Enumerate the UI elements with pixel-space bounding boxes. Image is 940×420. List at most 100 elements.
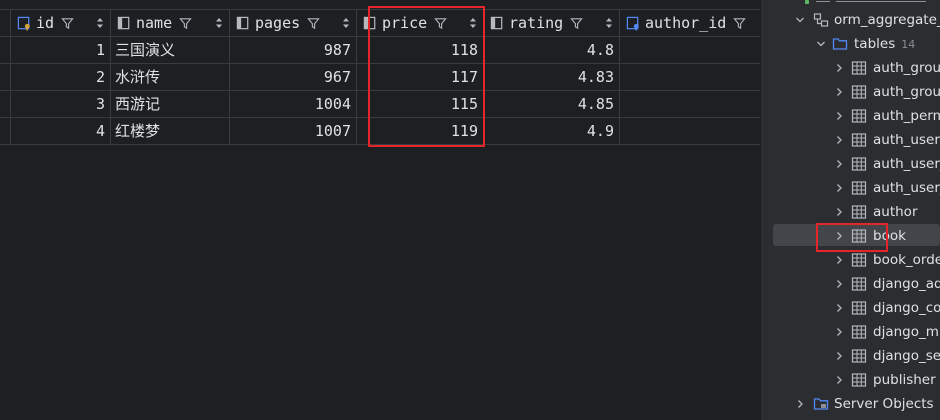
filter-icon[interactable]	[570, 17, 583, 30]
cell-author-id[interactable]	[620, 64, 760, 90]
table-icon	[851, 325, 867, 339]
table-icon	[851, 277, 867, 291]
schema-label: orm_aggregate_d	[834, 12, 940, 28]
cell-name[interactable]: 三国演义	[111, 37, 230, 63]
table-node[interactable]: auth_user	[834, 128, 940, 152]
cell-author-id[interactable]	[620, 91, 760, 117]
chevron-right-icon[interactable]	[834, 111, 844, 121]
chevron-right-icon[interactable]	[795, 399, 805, 409]
cell-author-id[interactable]	[620, 37, 760, 63]
server-objects-node[interactable]: Server Objects	[795, 392, 940, 416]
cell-pages[interactable]: 967	[230, 64, 357, 90]
chevron-down-icon[interactable]	[795, 15, 805, 25]
table-node[interactable]: publisher	[834, 368, 940, 392]
cell-pages[interactable]: 1004	[230, 91, 357, 117]
cell-price[interactable]: 118	[357, 37, 484, 63]
cell-price[interactable]: 115	[357, 91, 484, 117]
cell-name[interactable]: 西游记	[111, 91, 230, 117]
cell-name[interactable]: 水浒传	[111, 64, 230, 90]
column-header-author-id[interactable]: author_id	[620, 10, 760, 36]
table-node[interactable]: auth_perm	[834, 104, 940, 128]
chevron-right-icon[interactable]	[834, 279, 844, 289]
table-node-book[interactable]: book	[834, 224, 940, 248]
table-label: publisher	[873, 372, 936, 388]
table-row[interactable]: 4 红楼梦 1007 119 4.9	[0, 118, 760, 145]
chevron-right-icon[interactable]	[834, 183, 844, 193]
cell-rating[interactable]: 4.83	[484, 64, 620, 90]
tables-folder-label: tables	[854, 36, 896, 52]
column-header-id[interactable]: id	[11, 10, 111, 36]
table-label: auth_perm	[873, 108, 940, 124]
chevron-down-icon[interactable]	[816, 39, 826, 49]
table-node[interactable]: django_con	[834, 296, 940, 320]
chevron-right-icon[interactable]	[834, 375, 844, 385]
cell-id[interactable]: 4	[11, 118, 111, 144]
table-node[interactable]: author	[834, 200, 940, 224]
table-node[interactable]: book_order	[834, 248, 940, 272]
cell-id[interactable]: 3	[11, 91, 111, 117]
table-node[interactable]: auth_group	[834, 56, 940, 80]
table-label: django_adm	[873, 276, 940, 292]
table-label: book	[873, 228, 906, 244]
column-header-name[interactable]: name	[111, 10, 230, 36]
table-label: django_ses	[873, 348, 940, 364]
table-node[interactable]: django_adm	[834, 272, 940, 296]
sort-icon[interactable]	[96, 16, 104, 30]
column-header-rating[interactable]: rating	[484, 10, 620, 36]
cell-price[interactable]: 117	[357, 64, 484, 90]
table-node[interactable]: auth_user_	[834, 176, 940, 200]
table-label: django_con	[873, 300, 940, 316]
cell-price[interactable]: 119	[357, 118, 484, 144]
cell-name[interactable]: 红楼梦	[111, 118, 230, 144]
table-row[interactable]: 3 西游记 1004 115 4.85	[0, 91, 760, 118]
table-node[interactable]: auth_group_	[834, 80, 940, 104]
tables-folder[interactable]: tables 14	[816, 32, 940, 56]
column-header-pages[interactable]: pages	[230, 10, 357, 36]
table-row[interactable]: 1 三国演义 987 118 4.8	[0, 37, 760, 64]
row-gutter[interactable]	[0, 64, 11, 90]
cell-author-id[interactable]	[620, 118, 760, 144]
filter-icon[interactable]	[733, 17, 747, 30]
partial-row-line	[816, 1, 830, 2]
chevron-right-icon[interactable]	[834, 303, 844, 313]
table-node[interactable]: auth_user_	[834, 152, 940, 176]
cell-id[interactable]: 2	[11, 64, 111, 90]
sort-icon[interactable]	[469, 16, 477, 30]
cell-rating[interactable]: 4.85	[484, 91, 620, 117]
column-name: author_id	[645, 14, 727, 32]
filter-icon[interactable]	[61, 17, 74, 30]
tables-count: 14	[901, 37, 916, 51]
chevron-right-icon[interactable]	[834, 327, 844, 337]
column-header-rownum	[0, 10, 11, 36]
cell-pages[interactable]: 987	[230, 37, 357, 63]
table-icon	[851, 61, 867, 75]
chevron-right-icon[interactable]	[834, 87, 844, 97]
sort-icon[interactable]	[215, 16, 223, 30]
column-header-price[interactable]: price	[357, 10, 484, 36]
row-gutter[interactable]	[0, 37, 11, 63]
chevron-right-icon[interactable]	[834, 231, 844, 241]
cell-rating[interactable]: 4.8	[484, 37, 620, 63]
chevron-right-icon[interactable]	[834, 351, 844, 361]
filter-icon[interactable]	[434, 17, 447, 30]
table-node[interactable]: django_ses	[834, 344, 940, 368]
cell-rating[interactable]: 4.9	[484, 118, 620, 144]
table-node[interactable]: django_migr	[834, 320, 940, 344]
row-gutter[interactable]	[0, 91, 11, 117]
chevron-right-icon[interactable]	[834, 207, 844, 217]
sort-icon[interactable]	[605, 16, 613, 30]
sort-icon[interactable]	[342, 16, 350, 30]
chevron-right-icon[interactable]	[834, 135, 844, 145]
chevron-right-icon[interactable]	[834, 63, 844, 73]
filter-icon[interactable]	[179, 17, 192, 30]
table-label: auth_group	[873, 60, 940, 76]
chevron-right-icon[interactable]	[834, 255, 844, 265]
chevron-right-icon[interactable]	[834, 159, 844, 169]
filter-icon[interactable]	[307, 17, 320, 30]
table-icon	[851, 133, 867, 147]
row-gutter[interactable]	[0, 118, 11, 144]
table-row[interactable]: 2 水浒传 967 117 4.83	[0, 64, 760, 91]
cell-id[interactable]: 1	[11, 37, 111, 63]
cell-pages[interactable]: 1007	[230, 118, 357, 144]
schema-node[interactable]: orm_aggregate_d	[795, 8, 940, 32]
